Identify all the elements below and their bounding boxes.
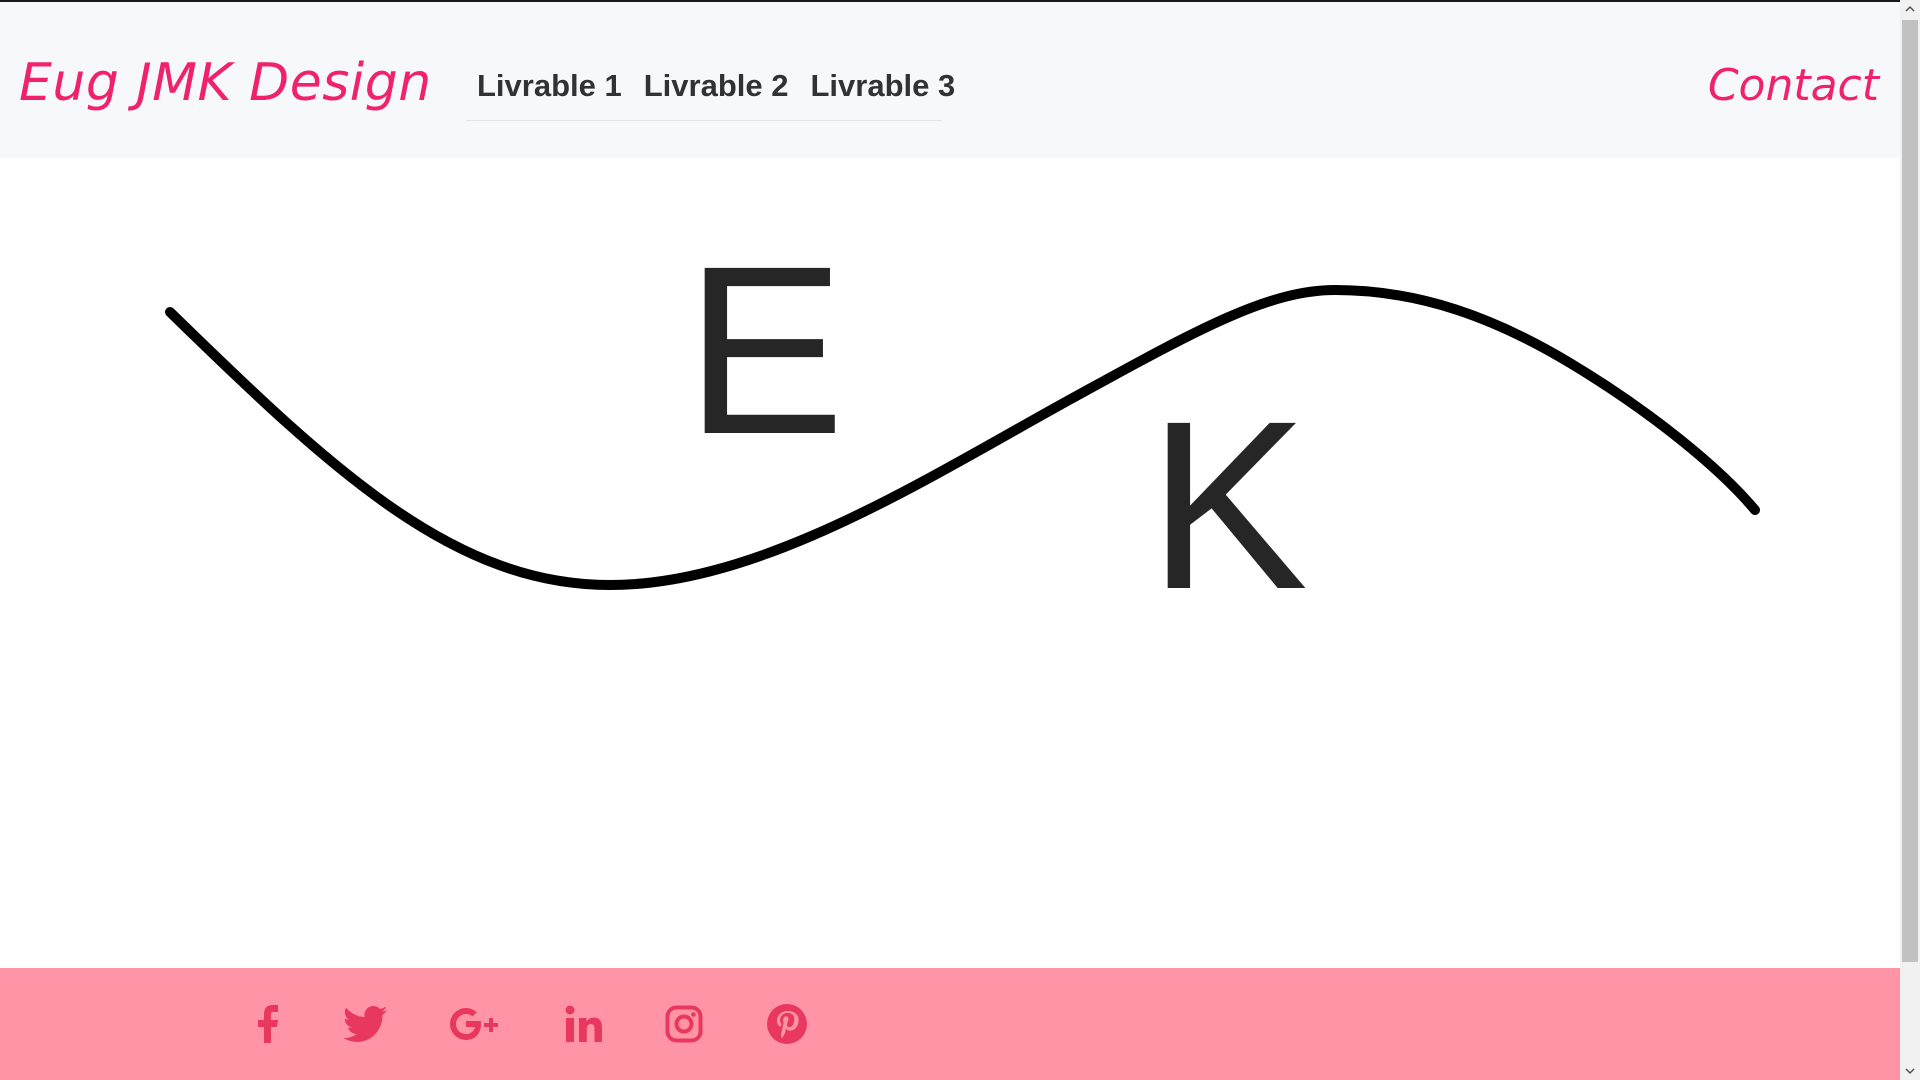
brand-logo[interactable]: Eug JMK Design bbox=[19, 50, 432, 116]
nav-links: Livrable 1 Livrable 2 Livrable 3 bbox=[466, 66, 955, 121]
scroll-down-arrow-icon[interactable] bbox=[1900, 1062, 1920, 1080]
instagram-icon[interactable] bbox=[665, 1005, 703, 1043]
page: Eug JMK Design Livrable 1 Livrable 2 Liv… bbox=[0, 0, 1920, 1080]
footer bbox=[0, 968, 1900, 1080]
facebook-icon[interactable] bbox=[253, 1003, 283, 1045]
nav-link-livrable-1[interactable]: Livrable 1 bbox=[477, 66, 622, 106]
scrollbar-thumb[interactable] bbox=[1902, 20, 1918, 962]
hero-section: E K bbox=[0, 158, 1900, 968]
twitter-icon[interactable] bbox=[344, 1005, 388, 1043]
navbar: Eug JMK Design Livrable 1 Livrable 2 Liv… bbox=[0, 2, 1900, 158]
nav-link-livrable-2[interactable]: Livrable 2 bbox=[644, 66, 789, 106]
hero-letter-k: K bbox=[1148, 371, 1308, 639]
scroll-up-arrow-icon[interactable] bbox=[1900, 0, 1920, 18]
hero-letter-e: E bbox=[685, 216, 845, 484]
vertical-scrollbar[interactable] bbox=[1900, 0, 1920, 1080]
nav-link-livrable-3[interactable]: Livrable 3 bbox=[811, 66, 956, 106]
hero-logo-graphic: E K bbox=[165, 216, 1760, 639]
hero-wave-line bbox=[165, 284, 1760, 591]
pinterest-icon[interactable] bbox=[766, 1003, 808, 1045]
contact-link[interactable]: Contact bbox=[1708, 54, 1879, 118]
google-plus-icon[interactable] bbox=[449, 1007, 503, 1041]
linkedin-icon[interactable] bbox=[565, 1005, 603, 1043]
